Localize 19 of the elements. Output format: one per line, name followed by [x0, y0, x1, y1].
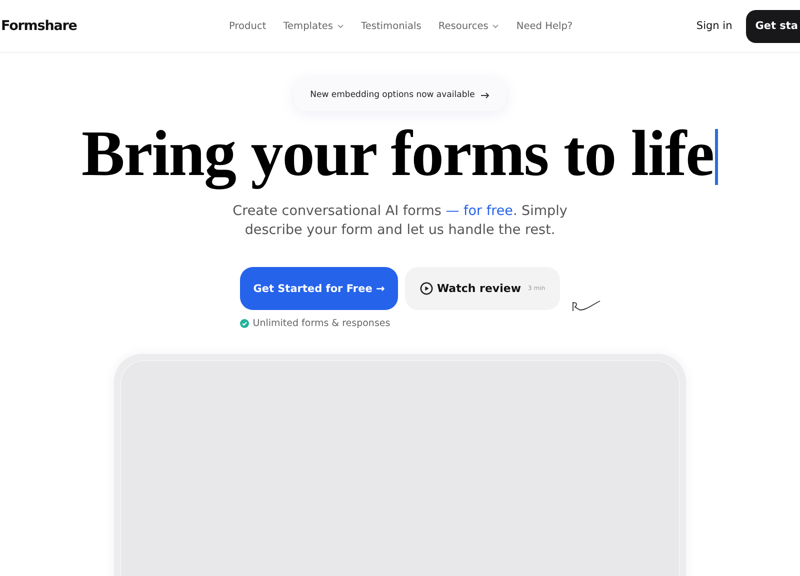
announcement-badge[interactable]: New embedding options now available [294, 79, 506, 111]
nav-link[interactable]: Testimonials [361, 20, 422, 32]
nav-link[interactable]: Need Help? [516, 20, 573, 32]
nav-link[interactable]: Product [229, 20, 266, 32]
play-icon [420, 282, 433, 295]
text-cursor [715, 129, 718, 185]
feature-note: Unlimited forms & responses [252, 318, 390, 329]
get-started-button[interactable]: Get sta [746, 10, 800, 42]
nav-link[interactable]: Resources [438, 20, 500, 32]
squiggle-drawing [572, 299, 602, 313]
check-icon [240, 319, 249, 328]
logo[interactable]: Formshare [1, 18, 77, 34]
chevron-down-icon [492, 24, 500, 28]
headline: Bring your forms to life [82, 117, 714, 192]
subtitle: Create conversational AI forms — for free. Simply describe your form and let us handle the rest. [232, 202, 568, 240]
sign-in-link[interactable]: Sign in [696, 20, 732, 32]
nav-link[interactable]: Templates [283, 20, 344, 32]
get-started-free-button[interactable]: Get Started for Free → [240, 267, 398, 310]
chevron-down-icon [337, 24, 344, 28]
